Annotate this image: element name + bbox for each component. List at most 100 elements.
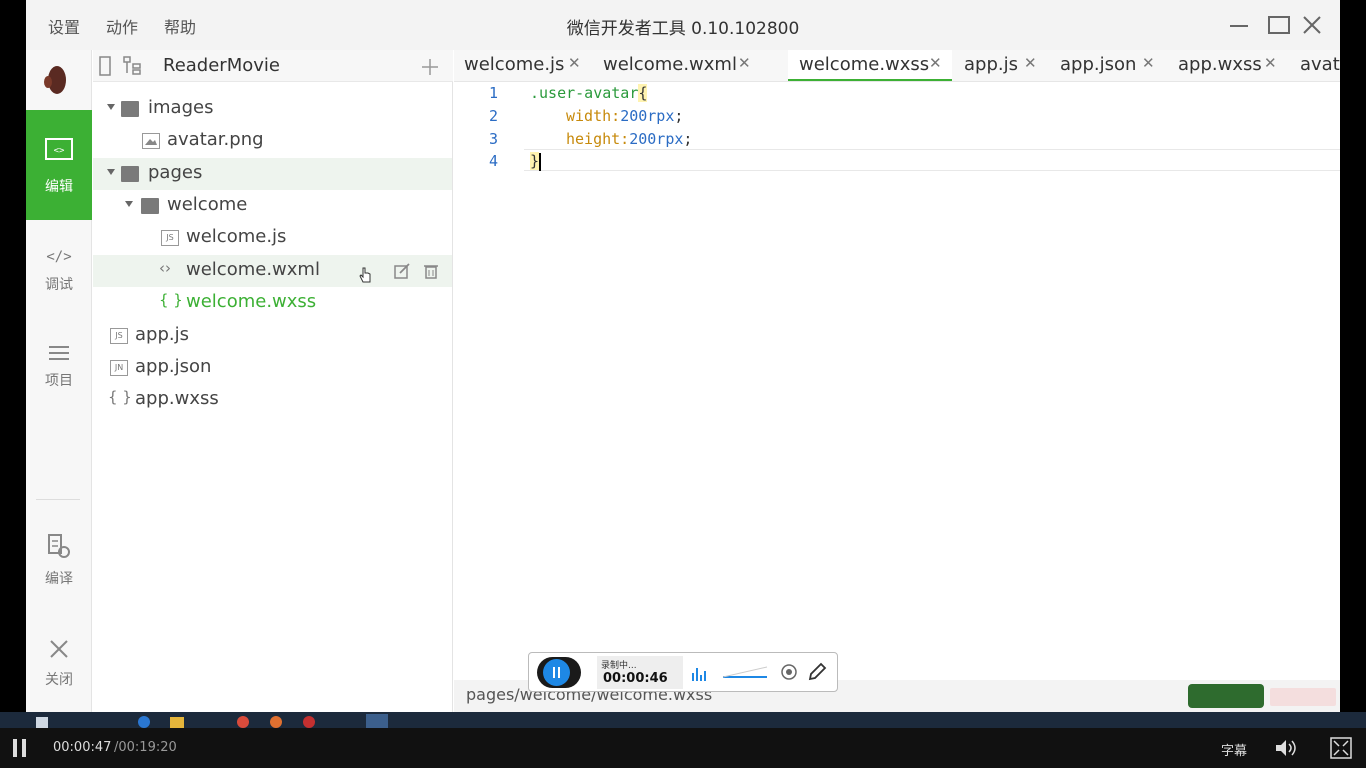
tree-item-label: avatar.png: [167, 129, 264, 150]
tab-label: app.js: [964, 54, 1018, 75]
sidebar-item-compile[interactable]: 编译: [26, 520, 92, 630]
style-file-icon: { }: [108, 388, 132, 406]
maximize-icon[interactable]: [1266, 12, 1292, 38]
delete-icon[interactable]: [423, 263, 439, 279]
tab-label: app.json: [1060, 54, 1137, 75]
hand-cursor-icon: [359, 267, 371, 283]
recorder-pause-button[interactable]: [537, 657, 581, 688]
minimize-icon[interactable]: [1226, 12, 1252, 38]
tree-view-icon[interactable]: [123, 56, 143, 76]
rename-icon[interactable]: [394, 263, 410, 279]
svg-text:<>: <>: [54, 146, 65, 156]
tab-close-icon[interactable]: ✕: [929, 54, 942, 72]
css-selector: .user-avatar: [530, 84, 639, 102]
window-title: 微信开发者工具 0.10.102800: [566, 19, 800, 39]
css-property: width:: [566, 107, 621, 125]
editor-tabs: welcome.js ✕ welcome.wxml ✕ welcome.wxss…: [454, 50, 1340, 82]
text-cursor: [539, 152, 542, 171]
taskbar-browser-icon[interactable]: [237, 716, 249, 728]
css-value: 200rpx: [629, 130, 684, 148]
tab-avatar[interactable]: avatar.p: [1300, 50, 1340, 81]
tree-item-welcome-js[interactable]: JS welcome.js: [93, 222, 452, 254]
tree-item-images[interactable]: images: [93, 93, 452, 125]
avatar[interactable]: [26, 50, 92, 110]
devtools-window: 设置 动作 帮助 微信开发者工具 0.10.102800 <> 编辑 </> 调…: [26, 0, 1340, 712]
style-file-icon: { }: [159, 291, 183, 309]
folder-icon: [141, 198, 159, 214]
volume-icon[interactable]: [1275, 738, 1301, 758]
recorder-time-box: 录制中... 00:00:46: [597, 656, 683, 689]
tree-item-app-wxss[interactable]: { } app.wxss: [93, 384, 452, 416]
caret-down-icon: [107, 169, 115, 175]
add-icon[interactable]: [421, 58, 439, 76]
pause-icon[interactable]: [12, 738, 28, 758]
tab-app-json[interactable]: app.json ✕: [1060, 50, 1172, 81]
js-file-icon: JS: [161, 230, 179, 246]
tab-welcome-js[interactable]: welcome.js ✕: [464, 50, 594, 81]
semicolon: ;: [674, 107, 684, 125]
sidebar-item-debug[interactable]: </> 调试: [26, 220, 92, 330]
tab-close-icon[interactable]: ✕: [738, 54, 751, 72]
current-time: 00:00:47: [53, 740, 112, 755]
sidebar-item-label: 编辑: [45, 179, 73, 195]
tree-item-label: welcome: [167, 194, 248, 215]
tab-label: welcome.wxss: [799, 54, 930, 75]
tree-item-welcome-wxss[interactable]: { } welcome.wxss: [93, 287, 452, 319]
sidebar-item-project[interactable]: 项目: [26, 316, 92, 426]
tree-item-avatar-png[interactable]: avatar.png: [93, 125, 452, 157]
tab-label: app.wxss: [1178, 54, 1262, 75]
tree-item-pages[interactable]: pages: [93, 158, 452, 190]
list-icon: [49, 346, 69, 360]
close-window-icon[interactable]: [1299, 12, 1325, 38]
tab-welcome-wxss[interactable]: welcome.wxss ✕: [788, 50, 952, 81]
screen-recorder-widget: 录制中... 00:00:46: [528, 652, 838, 692]
tree-item-welcome[interactable]: welcome: [93, 190, 452, 222]
tab-close-icon[interactable]: ✕: [1264, 54, 1277, 72]
taskbar-folder-icon[interactable]: [170, 717, 184, 728]
tree-item-label: app.json: [135, 356, 212, 377]
sidebar-item-label: 项目: [45, 373, 73, 389]
code-line-3[interactable]: height:200rpx;: [566, 130, 692, 148]
code-editor: welcome.js ✕ welcome.wxml ✕ welcome.wxss…: [454, 50, 1340, 712]
tab-close-icon[interactable]: ✕: [1142, 54, 1155, 72]
taskbar-app-icon[interactable]: [138, 716, 150, 728]
code-line-4[interactable]: }: [530, 152, 542, 171]
tab-app-js[interactable]: app.js ✕: [964, 50, 1054, 81]
fullscreen-exit-icon[interactable]: [1330, 737, 1352, 759]
sidebar-item-label: 调试: [45, 277, 73, 293]
tab-close-icon[interactable]: ✕: [568, 54, 581, 72]
file-tree-header: ReaderMovie: [93, 50, 453, 82]
audio-level-icon: [692, 668, 706, 681]
volume-slider[interactable]: [721, 665, 769, 681]
js-file-icon: JS: [110, 328, 128, 344]
webcam-icon[interactable]: [779, 663, 799, 683]
tree-item-label: welcome.js: [186, 226, 287, 247]
title-bar: 设置 动作 帮助 微信开发者工具 0.10.102800: [26, 0, 1340, 50]
css-value: 200rpx: [620, 107, 675, 125]
line-number: 3: [488, 130, 498, 148]
single-pane-icon[interactable]: [99, 56, 111, 76]
sidebar-item-label: 关闭: [45, 672, 73, 688]
sidebar-item-close[interactable]: 关闭: [26, 625, 92, 712]
code-line-2[interactable]: width:200rpx;: [566, 107, 683, 125]
watermark-logo: [1270, 688, 1336, 706]
tree-item-welcome-wxml[interactable]: ‹› welcome.wxml: [93, 255, 452, 287]
sidebar-item-edit[interactable]: <> 编辑: [26, 110, 92, 220]
markup-file-icon: ‹›: [159, 259, 171, 277]
current-line-highlight: [524, 149, 1340, 171]
subtitle-button[interactable]: 字幕: [1221, 740, 1247, 759]
taskbar-app-icon[interactable]: [270, 716, 282, 728]
pen-icon[interactable]: [807, 662, 827, 682]
tab-welcome-wxml[interactable]: welcome.wxml ✕: [603, 50, 763, 81]
windows-start-icon[interactable]: [36, 717, 48, 728]
close-brace: }: [530, 152, 540, 170]
taskbar-app-icon[interactable]: [303, 716, 315, 728]
tree-item-label: app.wxss: [135, 388, 219, 409]
tab-app-wxss[interactable]: app.wxss ✕: [1178, 50, 1292, 81]
code-line-1[interactable]: .user-avatar{: [530, 84, 648, 102]
caret-down-icon: [125, 201, 133, 207]
tab-close-icon[interactable]: ✕: [1024, 54, 1037, 72]
tree-item-app-json[interactable]: JN app.json: [93, 352, 452, 384]
tree-item-app-js[interactable]: JS app.js: [93, 320, 452, 352]
taskbar-active-app-icon[interactable]: [366, 714, 388, 728]
